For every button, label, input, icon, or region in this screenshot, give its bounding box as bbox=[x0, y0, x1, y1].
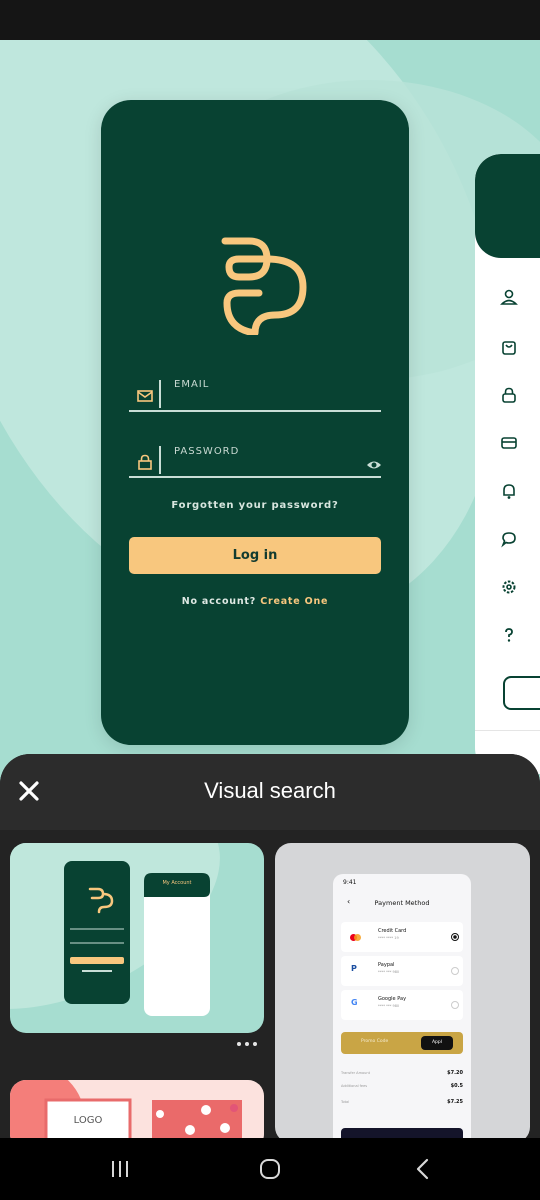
email-field bbox=[129, 410, 381, 412]
search-result-3[interactable]: LOGO bbox=[10, 1080, 264, 1138]
payment-phone-mockup: 9:41 Payment Method ‹ Credit Card **** *… bbox=[333, 874, 471, 1138]
total-value: $0.5 bbox=[450, 1083, 463, 1089]
lock-icon bbox=[502, 387, 516, 403]
mockup-page-title: Payment Method bbox=[374, 899, 430, 907]
status-bar bbox=[0, 0, 540, 40]
field-separator bbox=[159, 446, 161, 474]
total-value: $7.25 bbox=[447, 1099, 463, 1105]
user-icon bbox=[500, 289, 518, 305]
total-label: Total bbox=[341, 1100, 350, 1104]
result-3-preview bbox=[10, 1080, 264, 1138]
account-menu-mockup bbox=[475, 154, 540, 774]
payment-option: Credit Card **** **** 19 bbox=[341, 922, 463, 952]
help-icon bbox=[505, 628, 513, 642]
lock-icon bbox=[138, 454, 152, 470]
payment-name: Google Pay bbox=[378, 996, 407, 1002]
divider bbox=[475, 730, 540, 731]
recent-apps-icon[interactable] bbox=[107, 1156, 133, 1182]
payment-detail: **** **** 19 bbox=[378, 936, 399, 940]
sign-out-box bbox=[503, 676, 540, 710]
navigation-bar bbox=[0, 1138, 540, 1200]
password-field bbox=[129, 476, 381, 478]
create-account-link: Create One bbox=[260, 596, 329, 607]
back-icon[interactable] bbox=[410, 1156, 436, 1182]
chat-icon bbox=[501, 532, 516, 548]
account-header bbox=[475, 154, 540, 258]
google-icon: G bbox=[351, 998, 358, 1007]
password-label: PASSWORD bbox=[174, 446, 240, 457]
payment-option: G Google Pay **** *** 980 bbox=[341, 990, 463, 1020]
forgot-password-link: Forgotten your password? bbox=[171, 500, 339, 511]
bell-icon bbox=[503, 484, 515, 499]
gear-icon bbox=[502, 580, 516, 594]
signup-prompt: No account? Create One bbox=[101, 596, 409, 607]
field-separator bbox=[159, 380, 161, 408]
back-icon: ‹ bbox=[347, 897, 351, 906]
card-icon bbox=[501, 437, 517, 449]
promo-label: Promo Code bbox=[361, 1039, 389, 1044]
payment-name: Paypal bbox=[378, 962, 395, 968]
pay-button bbox=[341, 1128, 463, 1138]
mastercard-icon bbox=[354, 934, 361, 941]
home-icon[interactable] bbox=[257, 1156, 283, 1182]
search-result-1[interactable]: My Account bbox=[10, 843, 264, 1033]
promo-bar: Promo Code Appl bbox=[341, 1032, 463, 1054]
email-label: EMAIL bbox=[174, 379, 210, 390]
result-1-preview bbox=[10, 843, 220, 1016]
payment-option: P Paypal **** *** 980 bbox=[341, 956, 463, 986]
mockup-time: 9:41 bbox=[343, 879, 357, 886]
visual-search-sheet: Visual search My Account 9:41 Payment Me… bbox=[0, 754, 540, 1138]
search-result-2[interactable]: 9:41 Payment Method ‹ Credit Card **** *… bbox=[275, 843, 530, 1138]
eye-icon bbox=[367, 461, 381, 469]
total-label: Additional fees bbox=[341, 1084, 368, 1088]
signup-prefix: No account? bbox=[181, 596, 257, 607]
total-value: $7.20 bbox=[447, 1070, 463, 1076]
logo-placeholder-text: LOGO bbox=[73, 1115, 103, 1126]
result-1-card-title: My Account bbox=[162, 880, 192, 886]
bag-icon bbox=[502, 341, 516, 355]
paypal-icon: P bbox=[351, 964, 357, 973]
login-screen-mockup: EMAIL PASSWORD Forgotten your password? … bbox=[101, 100, 409, 745]
more-options-icon[interactable] bbox=[236, 1040, 258, 1048]
radio bbox=[451, 967, 459, 975]
sheet-title: Visual search bbox=[204, 778, 336, 803]
payment-detail: **** *** 980 bbox=[378, 1004, 400, 1008]
apply-button: Appl bbox=[421, 1036, 453, 1050]
mail-icon bbox=[137, 390, 153, 402]
payment-detail: **** *** 980 bbox=[378, 970, 400, 974]
search-source-image: EMAIL PASSWORD Forgotten your password? … bbox=[0, 40, 540, 800]
radio-selected bbox=[451, 933, 459, 941]
radio bbox=[451, 1001, 459, 1009]
brand-logo bbox=[221, 237, 307, 335]
payment-name: Credit Card bbox=[378, 928, 407, 934]
total-label: Transfer Amount bbox=[341, 1071, 370, 1075]
login-button: Log in bbox=[129, 537, 381, 574]
